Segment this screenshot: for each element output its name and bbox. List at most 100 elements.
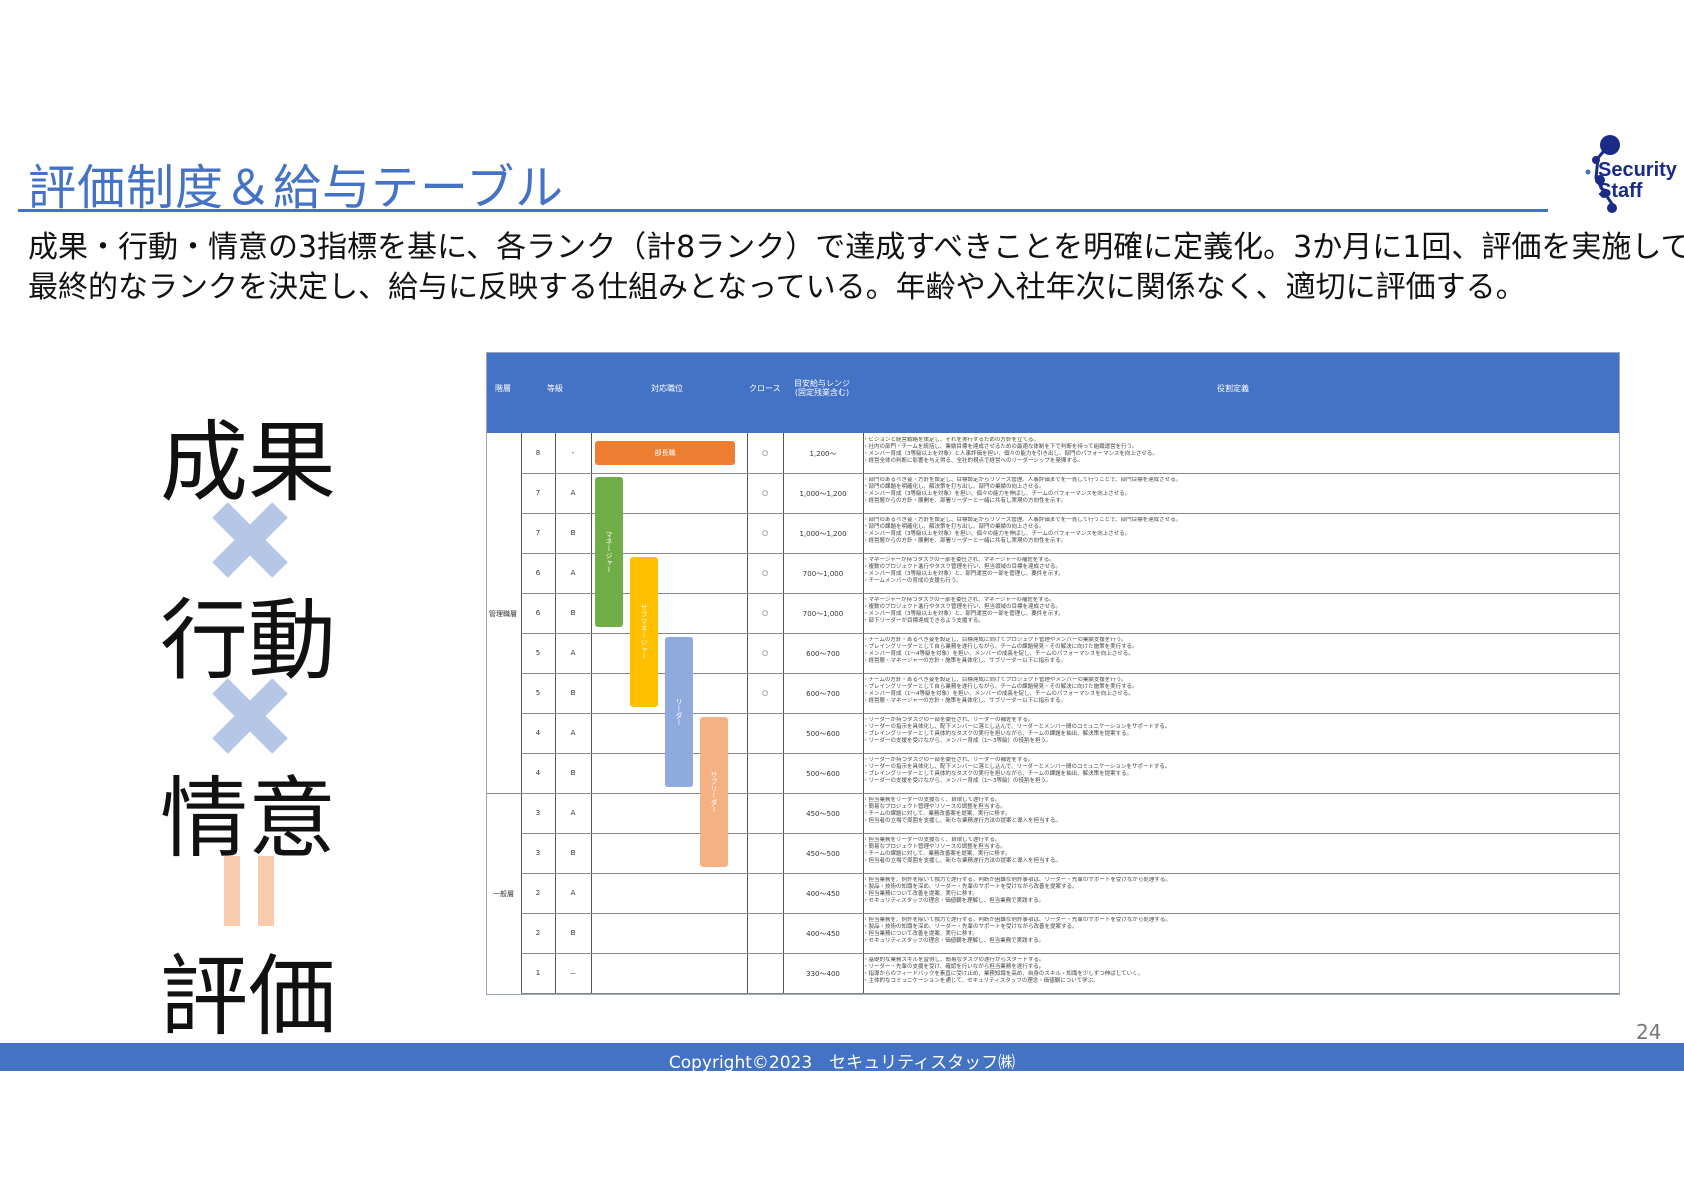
grade-number: 5: [535, 649, 541, 657]
cross-mark: ○: [761, 489, 769, 497]
grade-sub: B: [570, 769, 576, 777]
grade-sub: A: [570, 729, 576, 737]
salary-range: 600～700: [806, 690, 840, 698]
role-definition-line: ・社内の部門・チームを統括し、業績目標を達成させるための最適な体制を下で判断を持…: [863, 444, 1138, 450]
salary-range: 450～500: [806, 850, 840, 858]
role-definition-line: ・リーダー・先輩の支援を受け、確認を行いながら担当業務を遂行する。: [863, 964, 1045, 970]
grade-number: 4: [535, 769, 541, 777]
role-definition-line: ・メンバー育成（3等級以上を対象）と人事評価を担い、個々の能力を引き出し、部門の…: [863, 451, 1158, 457]
role-definition: ・担当業務をリーダーの支援なく、自律して遂行する。 ・簡易なプロジェクト管理やリソ…: [863, 797, 1613, 825]
cross-mark: ○: [761, 449, 769, 457]
cross-mark: ○: [761, 649, 769, 657]
salary-range: 600～700: [806, 650, 840, 658]
role-definition-line: ・部門のあるべき姿・方針を設定し、目標設定からリソース管理、人事評価までを一貫し…: [863, 477, 1182, 483]
header-definition: 役割定義: [1217, 384, 1249, 393]
salary-range: 500～600: [806, 770, 840, 778]
salary-range: 450～500: [806, 810, 840, 818]
role-definition: ・リーダーが持つタスクの一部を委任され、リーダーの補佐をする。 ・リーダーの指示を…: [863, 757, 1613, 785]
role-definition-line: ・担当者の立場で周囲を支援し、新たな業務遂行方法の提案と導入を担当する。: [863, 818, 1062, 824]
role-bar-executive: 部長職: [595, 441, 735, 465]
role-definition-line: ・担当業務を、例外を除いて独力で遂行する。判断が困難な例外事項は、リーダー・先輩…: [863, 917, 1171, 923]
table-header-row: 階層 等級 対応職位 クロース 目安給与レンジ (固定残業含む) 役割定義: [487, 353, 1619, 433]
role-definition-line: ・マネージャーが持つタスクの一部を委任され、マネージャーの補佐をする。: [863, 597, 1055, 603]
grade-sub: A: [570, 489, 576, 497]
role-bar-label: マネージャー: [605, 531, 613, 573]
grade-sub: A: [570, 889, 576, 897]
role-definition-line: ・担当業務について改善を提案、実行に移す。: [863, 891, 978, 897]
role-definition-line: ・メンバー育成（3等級以上を対象）を担い、個々の能力を伸ばし、チームのパフォーマ…: [863, 491, 1131, 497]
table-row-divider: [521, 553, 1619, 554]
role-definition-line: ・リーダーが持つタスクの一部を委任され、リーダーの補佐をする。: [863, 717, 1034, 723]
grade-sub: A: [570, 649, 576, 657]
role-definition-line: ・リーダーの指示を具体化し、配下メンバーに落とし込んで、リーダーとメンバー間のコ…: [863, 724, 1171, 730]
role-definition-line: ・製品・技術の知識を深め、リーダー・先輩のサポートを受けながら改善を提案する。: [863, 884, 1078, 890]
header-cross: クロース: [749, 384, 781, 393]
role-definition: ・チームの方針・あるべき姿を設定し、目標達成に向けてプロジェクト管理やメンバーの…: [863, 637, 1613, 665]
salary-range: 1,200～: [809, 450, 837, 458]
role-definition-line: ・メンバー育成（3等級以上を対象）と、部門運営の一部を管理し、要件を示す。: [863, 571, 1064, 577]
role-definition-line: ・部門の課題を明確化し、解決策を打ち出し、部門の業績の向上させる。: [863, 484, 1045, 490]
role-definition-line: ・経営全体の判断に影響を与え得る、全社的視点で経営へのリーダーシップを発揮する。: [863, 458, 1083, 464]
salary-range: 400～450: [806, 890, 840, 898]
table-row-divider: [487, 793, 1619, 794]
role-definition-line: ・担当者の立場で周囲を支援し、新たな業務遂行方法の提案と導入を担当する。: [863, 858, 1062, 864]
role-definition-line: ・メンバー育成（3等級以上を対象）と、部門運営の一部を管理し、要件を示す。: [863, 611, 1064, 617]
grade-number: 3: [535, 809, 541, 817]
role-definition-line: ・メンバー育成（1～4等級を対象）を担い、メンバーの成長を促し、チームのパフォー…: [863, 691, 1134, 697]
salary-range: 400～450: [806, 930, 840, 938]
role-definition-line: ・リーダーの支援を受けながら、メンバー育成（1～3等級）の役割を担う。: [863, 738, 1052, 744]
role-bar-manager: マネージャー: [595, 477, 623, 627]
role-bar-leader: リーダー: [665, 637, 693, 787]
logo-line-2: Staff: [1598, 180, 1643, 202]
salary-range: 700～1,000: [802, 610, 844, 618]
title-underline: [18, 209, 1548, 212]
role-definition-line: ・簡易なプロジェクト管理やリソースの調整を担当する。: [863, 804, 1006, 810]
times-icon: [212, 678, 288, 754]
cross-mark: ○: [761, 529, 769, 537]
role-definition-line: ・プレイングリーダーとして自ら業務を遂行しながら、チームの課題発見・その解決に向…: [863, 644, 1138, 650]
grade-sub: -: [571, 449, 575, 457]
role-definition-line: ・担当業務を、例外を除いて独力で遂行する。判断が困難な例外事項は、リーダー・先輩…: [863, 877, 1171, 883]
salary-range: 700～1,000: [802, 570, 844, 578]
role-bar-label: サブマネージャー: [640, 604, 648, 660]
role-definition-line: ・製品・技術の知識を深め、リーダー・先輩のサポートを受けながら改善を提案する。: [863, 924, 1078, 930]
table-row-divider: [521, 873, 1619, 874]
role-definition-line: ・チームの方針・あるべき姿を設定し、目標達成に向けてプロジェクト管理やメンバーの…: [863, 677, 1127, 683]
grade-number: 4: [535, 729, 541, 737]
page-number: 24: [1636, 1020, 1662, 1044]
role-definition-line: ・複数のプロジェクト進行やタスク管理を行い、担当領域の目標を達成させる。: [863, 604, 1062, 610]
role-definition: ・部門のあるべき姿・方針を設定し、目標設定からリソース管理、人事評価までを一貫し…: [863, 477, 1613, 505]
role-definition-line: ・指導からのフィードバックを素直に受け止め、業務知識を高め、自身のスキル・知識を…: [863, 971, 1144, 977]
tier-label-management: 管理職層: [489, 610, 517, 618]
role-definition-line: ・経営層からの方針・展開を、部署リーダーと一緒に共有し実現の方向性を示す。: [863, 538, 1066, 544]
role-definition-line: ・リーダーの指示を具体化し、配下メンバーに落とし込んで、リーダーとメンバー間のコ…: [863, 764, 1171, 770]
subtitle-line-1: 成果・行動・情意の3指標を基に、各ランク（計8ランク）で達成すべきことを明確に定…: [28, 230, 1684, 265]
role-definition: ・基礎的な業務スキルを習得し、簡易なタスクの遂行からスタートする。 ・リーダー・先…: [863, 957, 1613, 985]
grade-sub: B: [570, 529, 576, 537]
role-definition-line: ・主体的なコミュニケーションを通じて、セキュリティスタッフの理念・価値観について…: [863, 978, 1099, 984]
cross-mark: ○: [761, 689, 769, 697]
copyright-text: Copyright©2023 セキュリティスタッフ㈱: [668, 1053, 1016, 1073]
role-definition-line: ・基礎的な業務スキルを習得し、簡易なタスクの遂行からスタートする。: [863, 957, 1045, 963]
grade-number: 8: [535, 449, 541, 457]
grade-number: 5: [535, 689, 541, 697]
role-definition-line: ・担当業務について改善を提案、実行に移す。: [863, 931, 978, 937]
table-row-divider: [521, 473, 1619, 474]
grade-number: 2: [535, 929, 541, 937]
role-definition: ・リーダーが持つタスクの一部を委任され、リーダーの補佐をする。 ・リーダーの指示を…: [863, 717, 1613, 745]
role-definition-line: ・部門のあるべき姿・方針を設定し、目標設定からリソース管理、人事評価までを一貫し…: [863, 517, 1182, 523]
role-definition-line: ・複数のプロジェクト進行やタスク管理を行い、担当領域の目標を達成させる。: [863, 564, 1062, 570]
role-definition-line: ・リーダーが持つタスクの一部を委任され、リーダーの補佐をする。: [863, 757, 1034, 763]
formula-evaluation-word: 評価: [160, 945, 337, 1048]
role-definition: ・ビジョンと経営戦略を策定し、それを実行するための方針を立てる。 ・社内の部門・チ…: [863, 437, 1613, 465]
page-title: 評価制度＆給与テーブル: [28, 160, 565, 216]
salary-range: 500～600: [806, 730, 840, 738]
role-definition: ・担当業務をリーダーの支援なく、自律して遂行する。 ・簡易なプロジェクト管理やリソ…: [863, 837, 1613, 865]
role-definition-line: ・ビジョンと経営戦略を策定し、それを実行するための方針を立てる。: [863, 437, 1040, 443]
role-definition: ・部門のあるべき姿・方針を設定し、目標設定からリソース管理、人事評価までを一貫し…: [863, 517, 1613, 545]
role-bar-label: サブリーダー: [710, 771, 718, 813]
tier-label-general: 一般層: [493, 890, 514, 898]
role-definition-line: ・セキュリティスタッフの理念・価値観を理解し、担当業務で実践する。: [863, 938, 1045, 944]
grade-sub: －: [569, 970, 577, 978]
header-salary: 目安給与レンジ (固定残業含む): [794, 379, 850, 397]
